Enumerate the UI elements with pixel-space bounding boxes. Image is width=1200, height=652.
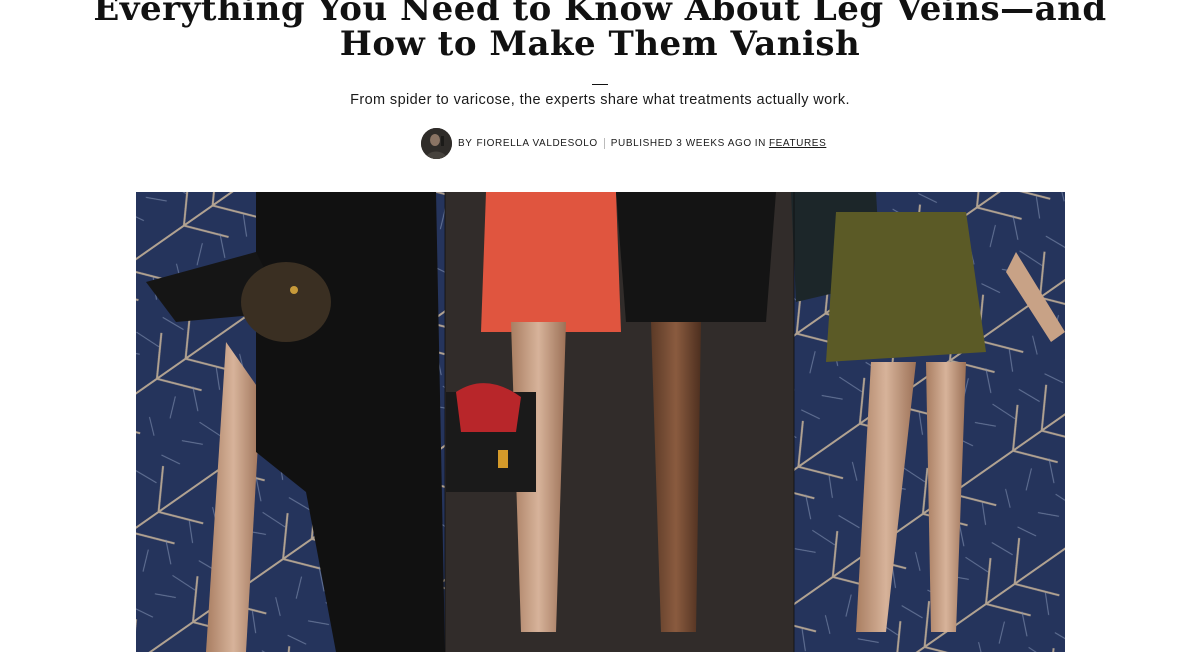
headline-line-2: How to Make Them Vanish [339,24,861,64]
byline-separator [603,138,605,149]
byline-in-label: IN [754,138,766,149]
byline: BY FIORELLA VALDESOLO PUBLISHED 3 WEEKS … [421,128,826,159]
byline-by-label: BY [458,138,473,149]
hero-image [136,192,1065,652]
article-headline: Everything You Need to Know About Leg Ve… [0,0,1200,62]
author-avatar[interactable] [421,128,452,159]
published-date: PUBLISHED 3 WEEKS AGO [610,138,752,149]
article-dek: From spider to varicose, the experts sha… [350,92,850,108]
headline-line-1: Everything You Need to Know About Leg Ve… [93,0,1107,29]
headline-divider [592,84,608,85]
author-link[interactable]: FIORELLA VALDESOLO [477,138,598,149]
category-link[interactable]: FEATURES [769,138,826,149]
